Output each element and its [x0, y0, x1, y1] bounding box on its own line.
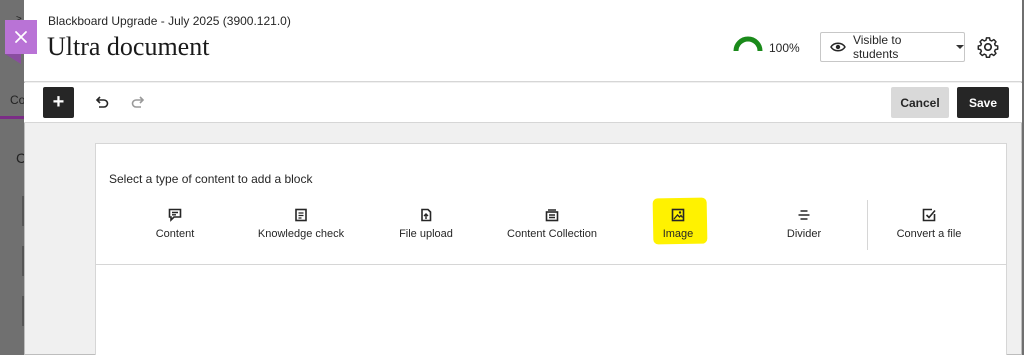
chevron-down-icon — [956, 45, 964, 49]
convert-file-icon — [922, 208, 936, 222]
close-icon — [15, 31, 27, 43]
block-option-label: Content — [155, 228, 195, 240]
page-title: Ultra document — [47, 32, 210, 61]
undo-icon[interactable] — [94, 94, 110, 110]
add-block-button[interactable]: + — [43, 87, 74, 118]
cancel-button[interactable]: Cancel — [891, 87, 949, 118]
eye-icon — [830, 42, 846, 52]
divider-icon — [798, 210, 810, 220]
redo-icon[interactable] — [130, 94, 146, 110]
visibility-dropdown[interactable]: Visible to students — [820, 32, 965, 62]
block-picker-heading: Select a type of content to add a block — [109, 172, 313, 186]
block-option-image[interactable]: Image — [613, 206, 743, 246]
close-button-fold — [5, 54, 21, 64]
block-picker: Select a type of content to add a block … — [95, 143, 1007, 355]
course-subtitle: Blackboard Upgrade - July 2025 (3900.121… — [48, 14, 291, 28]
visibility-label: Visible to students — [852, 33, 902, 61]
block-option-label: Image — [662, 228, 694, 240]
block-option-file-upload[interactable]: File upload — [361, 206, 491, 246]
file-upload-icon — [421, 208, 432, 222]
editor-toolbar: + Cancel Save — [24, 83, 1022, 123]
block-option-content-collection[interactable]: Content Collection — [487, 206, 617, 246]
background-tab-underline — [0, 116, 24, 119]
image-icon — [671, 208, 685, 222]
gear-icon[interactable] — [977, 36, 999, 58]
close-panel-button[interactable] — [5, 20, 37, 54]
save-button[interactable]: Save — [957, 87, 1009, 118]
block-picker-divider — [96, 264, 1006, 265]
block-option-label: Content Collection — [507, 228, 597, 240]
progress-gauge-icon — [733, 36, 763, 52]
block-option-divider[interactable]: Divider — [739, 206, 869, 246]
progress-percent: 100% — [769, 41, 800, 55]
block-option-knowledge-check[interactable]: Knowledge check — [236, 206, 366, 246]
knowledge-check-icon — [295, 208, 307, 222]
block-option-content[interactable]: Content — [110, 206, 240, 246]
block-option-label: Knowledge check — [257, 228, 345, 240]
block-option-convert-file[interactable]: Convert a file — [864, 206, 994, 246]
panel-header: Blackboard Upgrade - July 2025 (3900.121… — [24, 0, 1022, 82]
content-collection-icon — [545, 209, 559, 222]
block-option-label: Divider — [786, 228, 822, 240]
content-icon — [168, 208, 182, 222]
block-option-label: File upload — [399, 228, 453, 240]
block-option-label: Convert a file — [896, 228, 962, 240]
